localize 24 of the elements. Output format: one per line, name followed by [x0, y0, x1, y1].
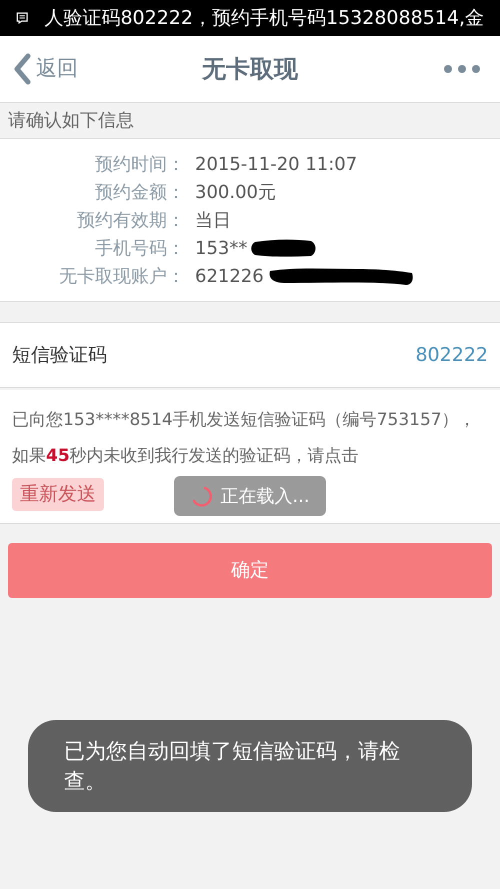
info-label: 手机号码：	[94, 236, 185, 260]
confirm-button[interactable]: 确定	[8, 543, 492, 598]
message-icon	[16, 11, 28, 25]
sms-code-field[interactable]: 802222	[328, 340, 488, 370]
loading-text: 正在载入...	[220, 484, 310, 508]
page-title: 无卡取现	[202, 54, 298, 85]
section-title: 请确认如下信息	[8, 109, 134, 133]
info-value: 当日	[195, 208, 231, 232]
sms-notice: 已向您153****8514手机发送短信验证码（编号753157），如果45秒内未收到我行发送的验证码，请点击	[12, 409, 477, 468]
info-label: 预约有效期：	[76, 208, 185, 232]
more-icon[interactable]	[444, 65, 480, 73]
info-value: 300.00元	[195, 180, 276, 204]
toast-text: 已为您自动回填了短信验证码，请检查。	[64, 738, 401, 795]
info-value: 621226	[195, 264, 264, 288]
back-chevron-icon	[12, 53, 32, 85]
info-label: 预约时间：	[94, 152, 185, 176]
info-label: 无卡取现账户：	[58, 264, 185, 288]
back-button[interactable]: 返回	[12, 53, 78, 85]
sms-code-label: 短信验证码	[12, 342, 107, 368]
notification-text: 人验证码802222，预约手机号码15328088514,金	[44, 6, 484, 31]
info-value: 2015-11-20 11:07	[195, 152, 358, 176]
info-label: 预约金额：	[94, 180, 185, 204]
spinner-icon	[190, 485, 212, 507]
info-value: 153**	[195, 236, 248, 260]
